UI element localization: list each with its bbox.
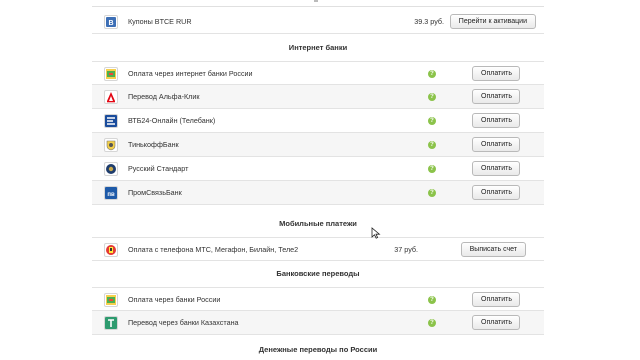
list-item: Оплата через банки России ? Оплатить — [92, 287, 544, 311]
list-item: Русский Стандарт ? Оплатить — [92, 157, 544, 181]
mobile-price: 37 руб. — [394, 245, 418, 254]
mobile-row: Оплата с телефона МТС, Мегафон, Билайн, … — [92, 237, 544, 261]
pay-button[interactable]: Оплатить — [472, 315, 520, 330]
section-internet-banks: Интернет банки — [288, 43, 348, 52]
help-icon[interactable]: ? — [428, 117, 436, 125]
help-icon[interactable]: ? — [428, 319, 436, 327]
tinkoff-icon — [104, 138, 118, 152]
section-mobile-payments: Мобильные платежи — [279, 219, 357, 228]
coupons-price: 39.3 руб. — [414, 17, 444, 26]
mobile-label: Оплата с телефона МТС, Мегафон, Билайн, … — [128, 245, 299, 254]
help-icon[interactable]: ? — [428, 165, 436, 173]
russia-banks-icon — [104, 67, 118, 81]
pay-button[interactable]: Оплатить — [472, 113, 520, 128]
vtb24-icon — [104, 114, 118, 128]
svg-text:B: B — [108, 20, 113, 27]
section-money-transfers-russia: Денежные переводы по России — [258, 345, 378, 354]
activate-button[interactable]: Перейти к активации — [449, 14, 536, 29]
help-icon[interactable]: ? — [428, 70, 436, 78]
invoice-button[interactable]: Выписать счет — [460, 242, 526, 257]
section-bank-transfers: Банковские переводы — [276, 269, 360, 278]
pay-button[interactable]: Оплатить — [472, 161, 520, 176]
coupons-label: Купоны BTCE RUR — [128, 17, 192, 26]
list-item-label: Оплата через интернет банки России — [128, 69, 253, 78]
pay-button[interactable]: Оплатить — [472, 185, 520, 200]
list-item-label: Перевод Альфа-Клик — [128, 92, 200, 101]
list-item-label: Оплата через банки России — [128, 295, 221, 304]
list-item-label: ТинькоффБанк — [128, 140, 179, 149]
help-icon[interactable]: ? — [428, 141, 436, 149]
pay-button[interactable]: Оплатить — [472, 292, 520, 307]
list-item-label: Перевод через банки Казахстана — [128, 318, 239, 327]
alfa-bank-icon — [104, 90, 118, 104]
list-item: ТинькоффБанк ? Оплатить — [92, 133, 544, 157]
pay-button[interactable]: Оплатить — [472, 137, 520, 152]
list-item-label: Русский Стандарт — [128, 164, 189, 173]
list-item: Перевод Альфа-Клик ? Оплатить — [92, 85, 544, 109]
btce-icon: B — [104, 15, 118, 29]
kazakhstan-bank-icon — [104, 316, 118, 330]
mouse-cursor-icon — [371, 227, 381, 239]
svg-text:пв: пв — [107, 192, 115, 198]
payment-methods-page: B Купоны BTCE RUR 39.3 руб. Перейти к ак… — [0, 0, 640, 360]
help-icon[interactable]: ? — [428, 296, 436, 304]
help-icon[interactable]: ? — [428, 93, 436, 101]
coupons-row: B Купоны BTCE RUR 39.3 руб. Перейти к ак… — [92, 10, 544, 34]
list-item-label: ПромСвязьБанк — [128, 188, 182, 197]
pay-button[interactable]: Оплатить — [472, 66, 520, 81]
list-item-label: ВТБ24-Онлайн (Телебанк) — [128, 116, 216, 125]
help-icon[interactable]: ? — [428, 189, 436, 197]
mobile-operators-icon — [104, 243, 118, 257]
list-item: пв ПромСвязьБанк ? Оплатить — [92, 181, 544, 205]
list-item: Оплата через интернет банки России ? Опл… — [92, 61, 544, 85]
psb-icon: пв — [104, 186, 118, 200]
top-handle — [314, 0, 318, 2]
russian-standard-icon — [104, 162, 118, 176]
list-item: Перевод через банки Казахстана ? Оплатит… — [92, 311, 544, 335]
list-item: ВТБ24-Онлайн (Телебанк) ? Оплатить — [92, 109, 544, 133]
russia-banks-icon — [104, 293, 118, 307]
pay-button[interactable]: Оплатить — [472, 89, 520, 104]
top-divider — [92, 0, 544, 7]
